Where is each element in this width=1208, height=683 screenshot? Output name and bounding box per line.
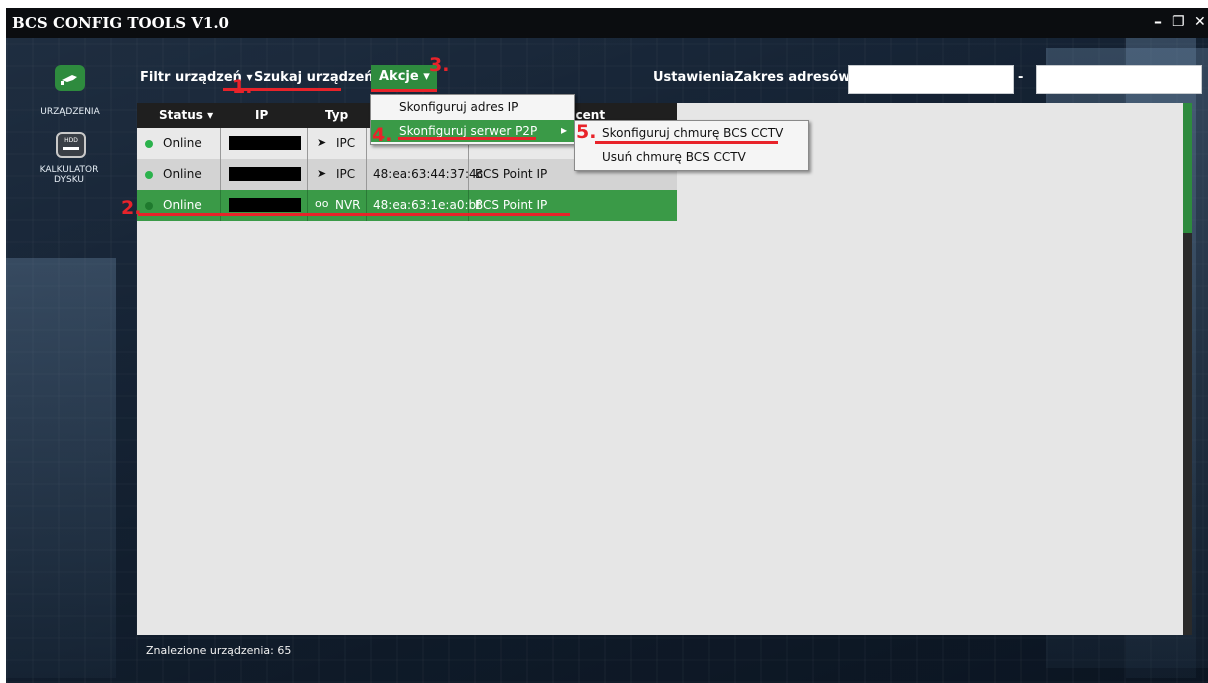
p2p-submenu: Skonfiguruj chmurę BCS CCTV Usuń chmurę … <box>574 120 809 171</box>
annotation-number: 2. <box>121 197 142 219</box>
address-range-from-input[interactable] <box>848 65 1014 94</box>
mac-cell: 48:ea:63:44:37:4c <box>373 167 484 181</box>
app-window: BCS CONFIG TOOLS V1.0 – ❐ ✕ URZĄDZENIA H… <box>6 8 1208 683</box>
annotation-underline <box>138 213 570 216</box>
type-cell: IPC <box>336 167 356 181</box>
column-header-status[interactable]: Status ▾ <box>159 108 213 122</box>
ip-redacted <box>229 198 301 212</box>
status-online-icon <box>145 202 153 210</box>
menu-item-remove-bcs-cloud[interactable]: Usuń chmurę BCS CCTV <box>575 146 808 168</box>
search-devices-button[interactable]: Szukaj urządzeń <box>254 70 374 85</box>
annotation-underline <box>371 89 437 92</box>
status-cell: Online <box>163 136 202 150</box>
menu-item-configure-ip[interactable]: Skonfiguruj adres IP <box>371 96 574 118</box>
ip-redacted <box>229 167 301 181</box>
devices-found-count: Znalezione urządzenia: 65 <box>146 644 292 657</box>
camera-type-icon: ➤ <box>317 167 327 180</box>
settings-button[interactable]: Ustawienia <box>653 70 734 85</box>
scrollbar-thumb[interactable] <box>1183 103 1192 233</box>
minimize-button[interactable]: – <box>1154 12 1162 31</box>
address-range-separator: - <box>1018 70 1024 85</box>
ip-redacted <box>229 136 301 150</box>
device-table: Status ▾ IP Typ ucent Online ➤ IPC Onlin… <box>137 103 1185 635</box>
annotation-underline <box>595 141 778 144</box>
restore-button[interactable]: ❐ <box>1172 14 1185 30</box>
annotation-number: 3. <box>429 54 450 76</box>
window-title: BCS CONFIG TOOLS V1.0 <box>12 14 229 32</box>
title-bar: BCS CONFIG TOOLS V1.0 – ❐ ✕ <box>6 8 1208 38</box>
actions-menu-button[interactable]: Akcje ▾ <box>371 65 437 89</box>
type-cell: IPC <box>336 136 356 150</box>
nvr-type-icon: oo <box>315 197 329 210</box>
address-range-label: Zakres adresów: <box>734 70 856 85</box>
status-cell: Online <box>163 167 202 181</box>
status-online-icon <box>145 140 153 148</box>
producer-cell: BCS Point IP <box>475 167 548 181</box>
annotation-number: 4. <box>372 124 393 146</box>
status-cell: Online <box>163 198 202 212</box>
mac-cell: 48:ea:63:1e:a0:bf <box>373 198 481 212</box>
type-cell: NVR <box>335 198 361 212</box>
close-button[interactable]: ✕ <box>1194 14 1206 30</box>
chevron-right-icon: ▸ <box>561 123 568 137</box>
annotation-number: 5. <box>576 121 597 143</box>
address-range-to-input[interactable] <box>1036 65 1202 94</box>
table-scrollbar[interactable] <box>1183 103 1192 635</box>
table-row[interactable]: Online oo NVR 48:ea:63:1e:a0:bf BCS Poin… <box>137 190 677 221</box>
background-building <box>6 258 116 678</box>
sidebar-item-label: KALKULATOR DYSKU <box>39 165 99 185</box>
producer-cell: BCS Point IP <box>475 198 548 212</box>
sidebar-item-label: URZĄDZENIA <box>40 107 100 117</box>
status-online-icon <box>145 171 153 179</box>
camera-type-icon: ➤ <box>317 136 327 149</box>
hdd-icon: HDD <box>56 132 86 158</box>
column-header-ip[interactable]: IP <box>255 108 268 122</box>
annotation-number: 1. <box>232 76 253 98</box>
annotation-underline <box>398 137 536 140</box>
camera-icon <box>55 65 85 91</box>
column-header-type[interactable]: Typ <box>325 108 348 122</box>
